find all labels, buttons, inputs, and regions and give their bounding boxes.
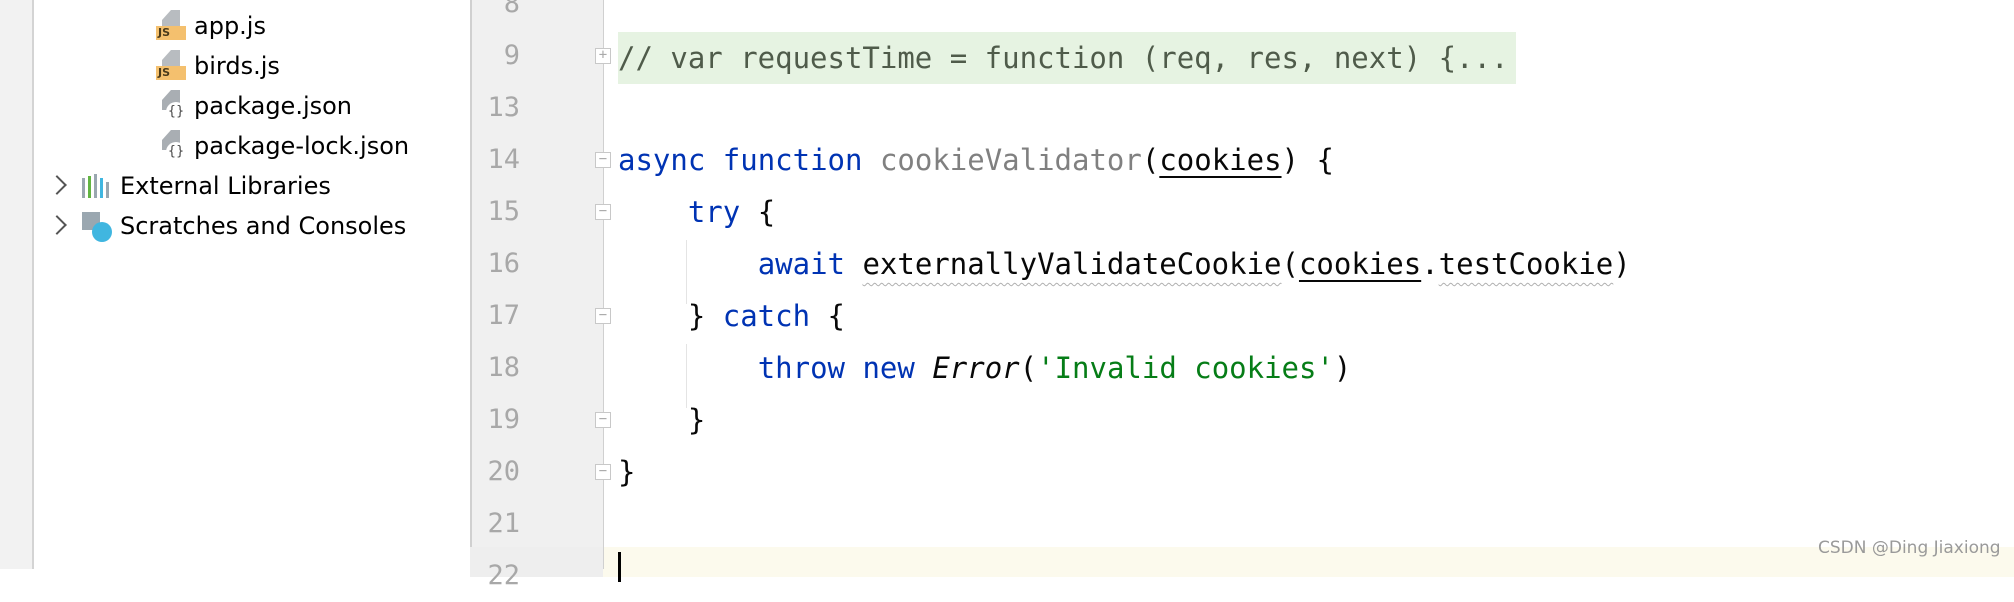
fold-collapse-icon[interactable]: − (595, 464, 611, 480)
code-token: ( (1281, 247, 1299, 281)
code-token: 'Invalid cookies' (1037, 351, 1334, 385)
code-token: Error (932, 351, 1020, 385)
code-token: // var requestTime = function (req, res,… (618, 41, 1509, 75)
code-token: externallyValidateCookie (862, 247, 1282, 281)
collapsed-code-region[interactable]: // var requestTime = function (req, res,… (618, 32, 1517, 84)
indent-guide (686, 344, 687, 408)
tree-item-label: app.js (194, 12, 266, 40)
code-token: try (687, 195, 741, 229)
line-number: 14 (487, 144, 520, 175)
code-token: ( (1019, 351, 1038, 385)
line-number: 17 (487, 300, 520, 331)
tree-item-label: package-lock.json (194, 132, 410, 160)
indent-guide (686, 240, 687, 304)
code-token: ( (1141, 143, 1160, 177)
code-token: { (740, 195, 776, 229)
code-line: async function cookieValidator(cookies) … (618, 134, 1334, 186)
line-number: 15 (487, 196, 520, 227)
line-number: 8 (503, 0, 520, 19)
line-number: 20 (487, 456, 520, 487)
scratches-icon (82, 210, 112, 242)
line-number: 16 (487, 248, 520, 279)
code-token: cookies (1298, 247, 1422, 281)
js-file-icon: JS (156, 50, 186, 82)
code-line: } (618, 446, 635, 498)
chevron-right-icon[interactable] (47, 175, 67, 195)
fold-collapse-icon[interactable]: − (595, 152, 611, 168)
fold-collapse-icon[interactable]: − (595, 412, 611, 428)
line-number: 19 (487, 404, 520, 435)
fold-collapse-icon[interactable]: − (595, 204, 611, 220)
code-token: ) (1613, 247, 1631, 281)
tree-item[interactable]: {} package.json (156, 88, 352, 124)
code-token: async (618, 143, 706, 177)
gutter-divider (603, 0, 604, 569)
tree-item[interactable]: {} package-lock.json (156, 128, 409, 164)
line-number: 21 (487, 508, 520, 539)
code-line: await externallyValidateCookie(cookies.t… (618, 238, 1631, 290)
line-number: 18 (487, 352, 520, 383)
code-token: ) (1333, 351, 1352, 385)
code-token: . (1421, 247, 1439, 281)
current-line-highlight (470, 547, 2014, 577)
code-line: try { (618, 186, 775, 238)
tree-item-label: External Libraries (120, 172, 331, 200)
code-token: new (862, 351, 915, 385)
tree-item[interactable]: JS app.js (156, 8, 266, 44)
code-token: ) { (1281, 143, 1334, 177)
code-line: throw new Error('Invalid cookies') (618, 342, 1352, 394)
line-number: 22 (487, 560, 520, 591)
tree-item-label: Scratches and Consoles (120, 212, 407, 240)
tool-window-strip (0, 0, 34, 569)
code-token: cookies (1159, 143, 1282, 177)
project-tree: JS app.js JS birds.js {} package.json {} packag… (34, 0, 470, 569)
code-token: catch (722, 299, 811, 333)
code-token: } (618, 299, 723, 333)
tree-item-label: birds.js (194, 52, 280, 80)
code-token: await (757, 247, 845, 281)
code-token: } (618, 403, 706, 437)
libraries-icon (82, 174, 112, 198)
line-number: 13 (487, 92, 520, 123)
json-file-icon: {} (156, 130, 186, 162)
code-token: testCookie (1438, 247, 1614, 281)
code-token: cookieValidator (879, 143, 1142, 177)
tree-item[interactable]: External Libraries (47, 168, 331, 204)
tree-item-label: package.json (194, 92, 353, 120)
code-token: } (618, 455, 636, 489)
code-token: function (722, 143, 863, 177)
line-number: 9 (503, 40, 520, 71)
text-caret (618, 552, 621, 582)
fold-collapse-icon[interactable]: − (595, 308, 611, 324)
code-line: } catch { (618, 290, 845, 342)
code-token: throw (757, 351, 845, 385)
code-line: } (618, 394, 705, 446)
chevron-right-icon[interactable] (47, 215, 67, 235)
fold-expand-icon[interactable]: + (595, 48, 611, 64)
watermark: CSDN @Ding Jiaxiong (1818, 538, 2001, 558)
tree-item[interactable]: Scratches and Consoles (47, 208, 407, 244)
json-file-icon: {} (156, 90, 186, 122)
js-file-icon: JS (156, 10, 186, 42)
tree-item[interactable]: JS birds.js (156, 48, 280, 84)
code-token: { (810, 299, 845, 333)
